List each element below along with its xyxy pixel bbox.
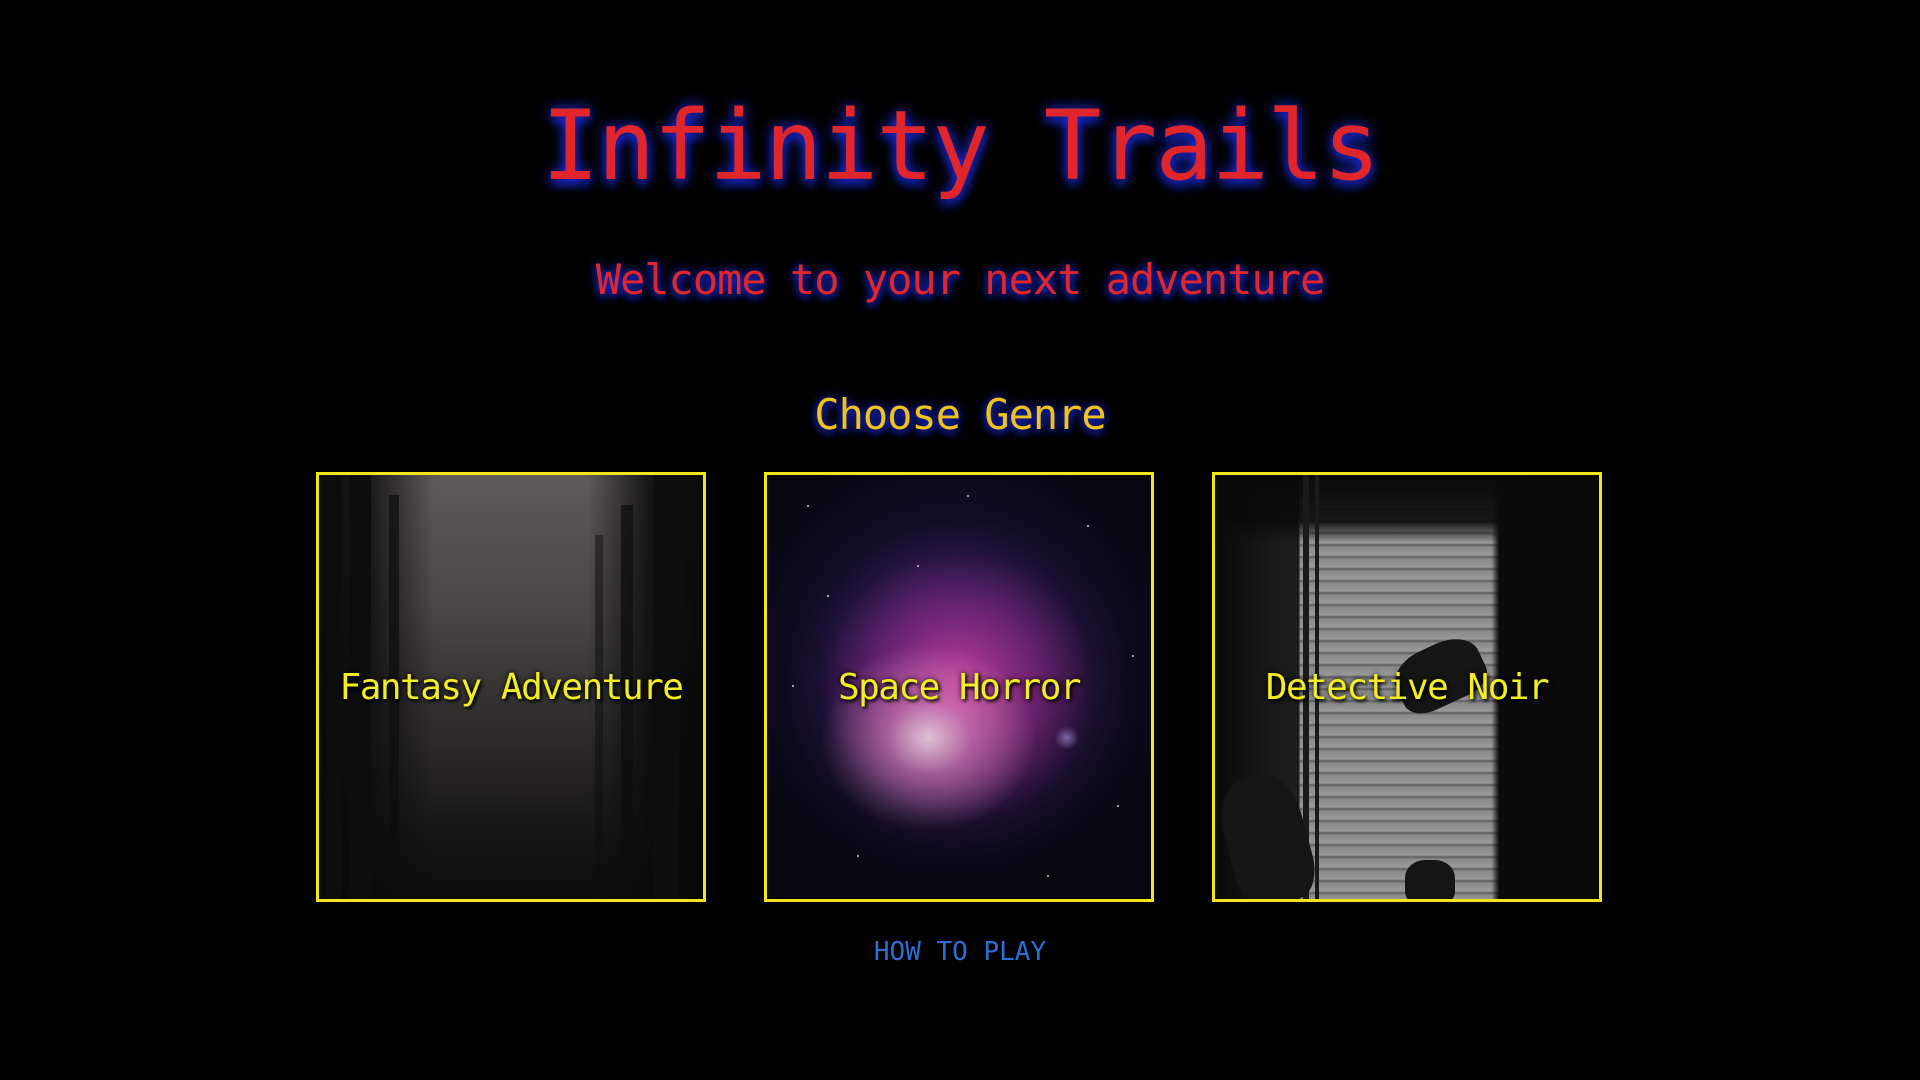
choose-genre-heading: Choose Genre — [814, 390, 1106, 439]
genre-label-space: Space Horror — [837, 666, 1082, 708]
genre-label-fantasy: Fantasy Adventure — [339, 666, 684, 708]
genre-label-noir: Detective Noir — [1265, 666, 1550, 708]
welcome-subtitle: Welcome to your next adventure — [595, 255, 1326, 304]
genre-card-space[interactable]: Space Horror — [764, 472, 1154, 902]
genre-card-noir[interactable]: Detective Noir — [1212, 472, 1602, 902]
app-title: Infinity Trails — [541, 90, 1381, 202]
how-to-play-link[interactable]: HOW TO PLAY — [874, 937, 1046, 967]
genre-card-fantasy[interactable]: Fantasy Adventure — [316, 472, 706, 902]
how-to-play-container: HOW TO PLAY — [0, 937, 1920, 967]
